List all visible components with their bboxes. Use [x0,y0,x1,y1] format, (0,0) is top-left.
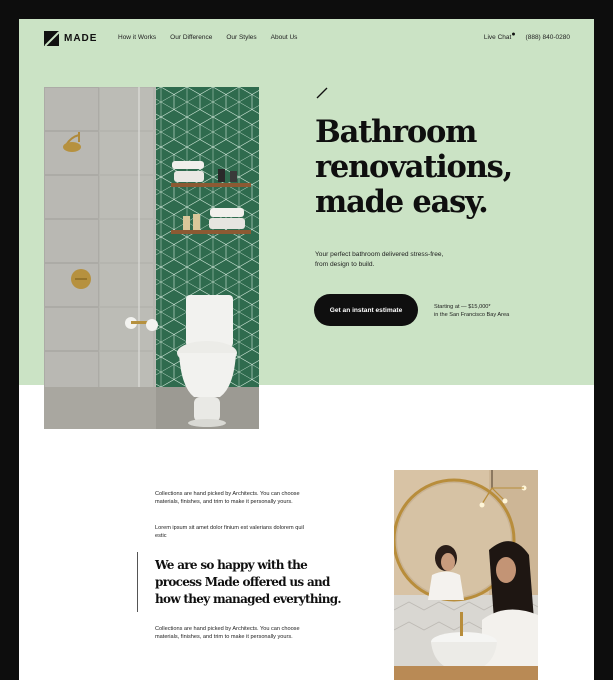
accent-slash-icon [316,87,328,99]
lorem-copy: Lorem ipsum sit amet dolor finium est va… [155,525,304,540]
live-chat-label: Live Chat [483,34,512,41]
hero-subtitle: Your perfect bathroom delivered stress-f… [315,251,444,268]
nav-right: Live Chat● (888) 840-0280 [483,31,570,41]
testimonial-quote: We are so happy with the process Made of… [155,557,355,608]
hero-title: Bathroom renovations, made easy. [315,115,575,220]
customer-mirror-photo [394,470,538,680]
hero-bathroom-image [44,87,259,429]
price-region: in the San Francisco Bay Area [434,312,510,318]
phone-link[interactable]: (888) 840-0280 [526,34,570,41]
live-chat-link[interactable]: Live Chat● [483,31,516,41]
logo-mark-icon [44,31,59,46]
price-starting-at: Starting at — $15,000* [434,304,491,310]
collections-copy-top: Collections are hand picked by Architect… [155,491,300,506]
quote-line: how they managed everything. [155,592,342,606]
brand-name: MADE [64,33,98,44]
nav-link-how-it-works[interactable]: How it Works [118,34,156,41]
price-note: Starting at — $15,000* in the San Franci… [434,303,509,319]
top-nav: MADE How it Works Our Difference Our Sty… [19,19,594,59]
quote-line: process Made offered us and [155,575,330,589]
online-dot-icon: ● [511,31,516,38]
hero-title-line: made easy. [315,184,489,220]
collections-copy-bottom: Collections are hand picked by Architect… [155,626,300,641]
nav-link-our-difference[interactable]: Our Difference [170,34,212,41]
hero-title-line: renovations, [315,149,513,185]
nav-link-our-styles[interactable]: Our Styles [226,34,256,41]
page: MADE How it Works Our Difference Our Sty… [19,19,594,680]
nav-link-about-us[interactable]: About Us [271,34,298,41]
quote-divider [137,552,138,612]
nav-links: How it Works Our Difference Our Styles A… [118,34,297,41]
quote-line: We are so happy with the [155,558,308,572]
get-estimate-button[interactable]: Get an instant estimate [314,294,418,326]
hero-title-line: Bathroom [315,114,477,150]
brand-logo[interactable]: MADE [44,31,97,46]
